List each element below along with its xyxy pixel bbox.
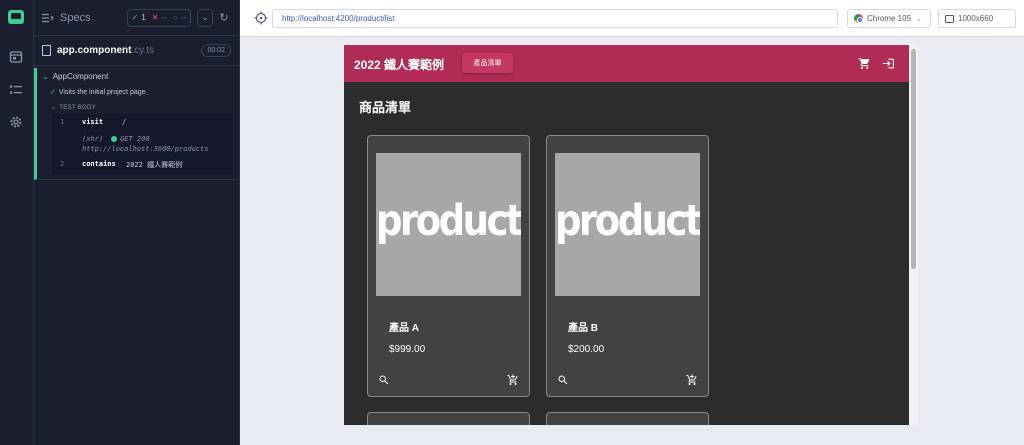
add-to-cart-icon[interactable] xyxy=(507,374,519,386)
spec-list-icon[interactable] xyxy=(9,83,23,97)
test-body-label[interactable]: ⌄ TEST BODY xyxy=(51,104,96,111)
viewport-icon xyxy=(945,14,954,23)
product-card-partial xyxy=(546,412,709,425)
command-list: 1 visit / (xhr) GET 200 http://localhost:… xyxy=(52,114,232,174)
search-icon[interactable] xyxy=(557,374,569,386)
test-body-text: TEST BODY xyxy=(59,105,96,111)
settings-icon[interactable] xyxy=(9,115,23,129)
command-arg: / xyxy=(122,118,127,126)
product-name: 產品 A xyxy=(389,323,419,334)
command-row[interactable]: 1 visit / xyxy=(52,118,232,128)
chevron-down-icon: ⌄ xyxy=(42,72,49,81)
add-to-cart-icon[interactable] xyxy=(686,374,698,386)
login-icon[interactable] xyxy=(882,57,895,70)
rerun-button[interactable]: ↻ xyxy=(217,9,231,27)
product-image: product xyxy=(555,153,700,296)
test-title: Visits the initial project page xyxy=(58,89,146,96)
specs-label[interactable]: Specs xyxy=(60,12,91,24)
xhr-status: GET 200 xyxy=(120,135,150,143)
expand-button[interactable]: ⌄ xyxy=(197,8,213,27)
chevron-down-icon: ⌄ xyxy=(916,15,922,23)
product-image: product xyxy=(376,153,521,296)
failed-count: -- xyxy=(161,13,167,22)
app-scrollbar-thumb[interactable] xyxy=(911,49,916,269)
browser-selector[interactable]: Chrome 105 ⌄ xyxy=(847,9,931,28)
pass-check-icon: ✓ xyxy=(50,89,56,96)
command-number: 2 xyxy=(60,160,65,168)
refresh-icon: ↻ xyxy=(219,12,229,24)
command-row[interactable]: 2 contains 2022 鐵人賽範例 xyxy=(52,160,232,170)
reporter-header: Specs ✓ 1 ✕ -- ○ -- ⌄ ↻ xyxy=(34,0,239,36)
spec-file-ext: .cy.ts xyxy=(131,45,155,56)
page-title: 商品清單 xyxy=(359,100,412,115)
app-toolbar: 2022 鐵人賽範例 產品清單 xyxy=(344,45,909,82)
product-card: product 產品 A $999.00 xyxy=(367,135,530,397)
product-image-text: product xyxy=(376,195,521,246)
cart-icon[interactable] xyxy=(858,57,871,70)
cypress-logo-icon[interactable] xyxy=(8,10,24,24)
browser-name: Chrome 105 xyxy=(867,14,912,23)
file-icon xyxy=(42,45,51,56)
command-name: contains xyxy=(82,160,116,168)
pending-count: -- xyxy=(180,13,186,22)
specs-toggle-icon[interactable] xyxy=(42,13,54,23)
product-price: $200.00 xyxy=(568,344,605,355)
test-title-row[interactable]: ✓ Visits the initial project page xyxy=(50,88,146,96)
command-log-panel: Specs ✓ 1 ✕ -- ○ -- ⌄ ↻ app.component .c… xyxy=(34,0,240,445)
selector-playground-icon[interactable] xyxy=(254,11,268,25)
product-price: $999.00 xyxy=(389,344,426,355)
product-name: 產品 B xyxy=(568,323,598,334)
runs-icon[interactable] xyxy=(9,50,23,64)
aut-header: http://localhost:4200/product/list Chrom… xyxy=(240,0,1024,37)
chevron-down-icon: ⌄ xyxy=(201,12,209,22)
test-stats: ✓ 1 ✕ -- ○ -- xyxy=(126,8,191,27)
spec-duration: 00:02 xyxy=(201,44,231,57)
chrome-icon xyxy=(854,14,863,23)
command-arg: 2022 鐵人賽範例 xyxy=(126,161,183,169)
command-name: visit xyxy=(82,118,104,126)
pass-check-icon: ✓ xyxy=(131,13,139,22)
suite-block: ⌄ AppComponent ✓ Visits the initial projec… xyxy=(34,68,239,180)
viewport-size: 1000x660 xyxy=(958,14,994,23)
passed-count: 1 xyxy=(141,13,146,22)
spec-file-name: app.component xyxy=(57,45,132,56)
suite-title-row[interactable]: ⌄ AppComponent xyxy=(42,72,108,81)
xhr-tag: (xhr) xyxy=(82,135,104,143)
fail-x-icon: ✕ xyxy=(151,13,159,22)
viewport-size-selector[interactable]: 1000x660 xyxy=(938,9,1016,28)
app-title: 2022 鐵人賽範例 xyxy=(354,58,445,72)
product-image-text: product xyxy=(555,195,700,246)
status-dot-icon xyxy=(111,136,118,142)
xhr-row[interactable]: (xhr) GET 200 xyxy=(82,135,150,143)
chevron-down-icon: ⌄ xyxy=(51,105,57,111)
suite-title: AppComponent xyxy=(52,72,109,81)
product-card-partial xyxy=(367,412,530,425)
pending-spinner-icon: ○ xyxy=(172,13,178,22)
search-icon[interactable] xyxy=(378,374,390,386)
app-viewport: 2022 鐵人賽範例 產品清單 商品清單 product 產品 A $999.0… xyxy=(344,45,909,425)
nav-rail xyxy=(0,0,34,445)
product-list-nav-button[interactable]: 產品清單 xyxy=(462,53,513,73)
url-input[interactable]: http://localhost:4200/product/list xyxy=(272,9,838,28)
product-card: product 產品 B $200.00 xyxy=(546,135,709,397)
xhr-url: http://localhost:3000/products xyxy=(82,145,209,153)
command-number: 1 xyxy=(60,118,65,126)
spec-file-row[interactable]: app.component .cy.ts 00:02 xyxy=(34,36,239,66)
